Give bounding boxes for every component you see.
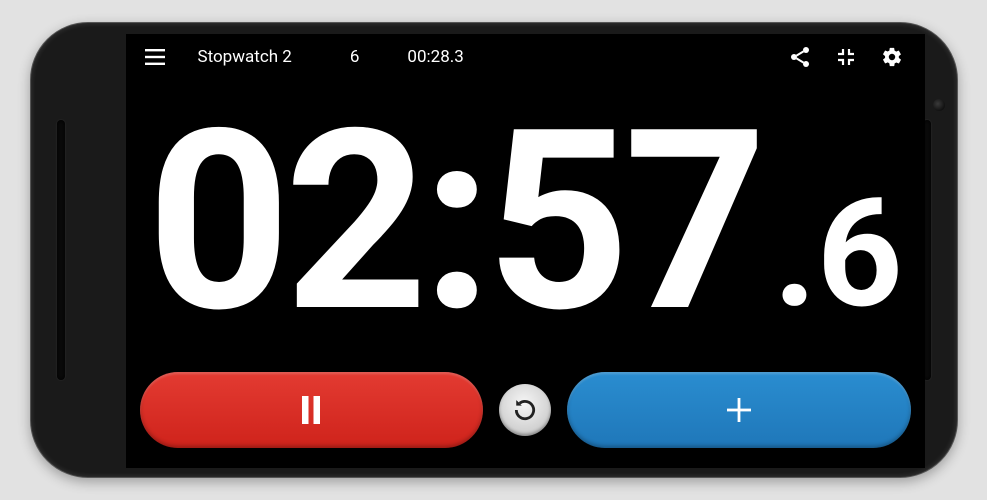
- lap-count: 6: [350, 47, 360, 67]
- pause-icon: [300, 396, 322, 424]
- top-bar: Stopwatch 2 6 00:28.3: [126, 34, 925, 80]
- front-camera: [933, 99, 945, 111]
- time-main: 02:57: [147, 98, 761, 348]
- collapse-button[interactable]: [827, 47, 865, 67]
- speaker-grille-left: [57, 120, 65, 380]
- collapse-icon: [836, 47, 856, 67]
- menu-button[interactable]: [140, 49, 170, 65]
- menu-icon: [145, 49, 165, 65]
- time-display: 02:57 .6: [126, 80, 925, 366]
- settings-button[interactable]: [873, 46, 911, 68]
- pause-button[interactable]: [140, 372, 484, 448]
- reset-icon: [512, 397, 538, 423]
- app-title: Stopwatch 2: [198, 47, 292, 67]
- lap-add-button[interactable]: [567, 372, 911, 448]
- share-button[interactable]: [781, 46, 819, 68]
- phone-frame: Stopwatch 2 6 00:28.3: [30, 22, 958, 478]
- controls-row: [126, 366, 925, 468]
- plus-icon: [726, 397, 752, 423]
- lap-time: 00:28.3: [407, 47, 463, 67]
- share-icon: [790, 46, 810, 68]
- app-screen: Stopwatch 2 6 00:28.3: [126, 34, 925, 468]
- reset-button[interactable]: [499, 384, 551, 436]
- gear-icon: [881, 46, 903, 68]
- time-tenth: .6: [773, 179, 903, 329]
